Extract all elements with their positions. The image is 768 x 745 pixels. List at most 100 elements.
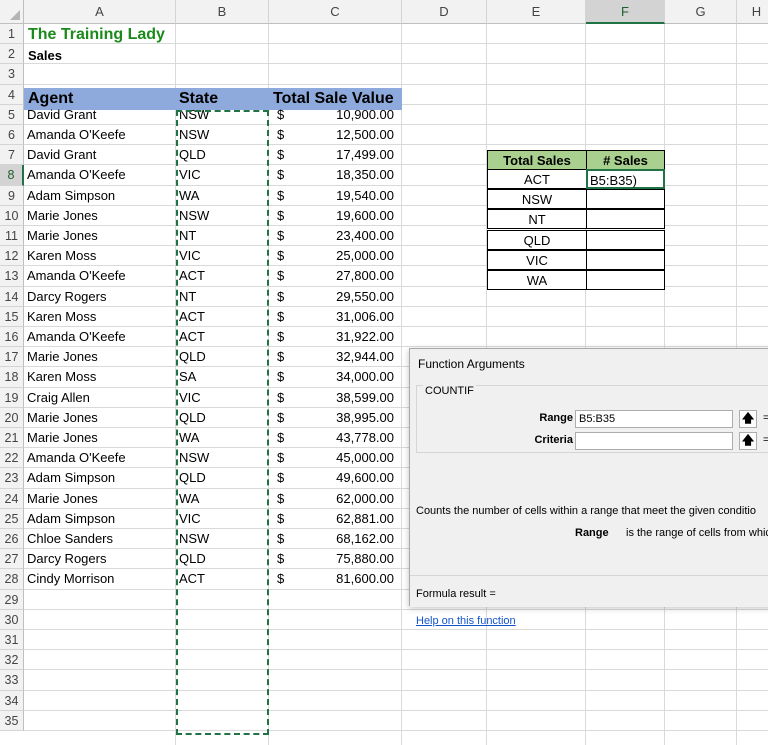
agent-cell[interactable]: Marie Jones [27, 489, 98, 509]
summary-header-total-sales[interactable]: Total Sales [487, 150, 587, 170]
summary-state-cell[interactable]: ACT [487, 169, 587, 189]
summary-count-cell[interactable] [586, 229, 665, 250]
agent-cell[interactable]: Karen Moss [27, 246, 96, 266]
row-header-4[interactable]: 4 [0, 84, 24, 105]
sale-value-cell[interactable]: 75,880.00 [284, 549, 394, 569]
row-header-29[interactable]: 29 [0, 589, 24, 610]
agent-cell[interactable]: David Grant [27, 105, 96, 125]
agent-cell[interactable]: Marie Jones [27, 408, 98, 428]
summary-count-cell[interactable] [586, 270, 665, 290]
row-header-32[interactable]: 32 [0, 650, 24, 671]
row-header-17[interactable]: 17 [0, 347, 24, 368]
column-header-c[interactable]: C [269, 0, 402, 24]
column-header-g[interactable]: G [665, 0, 737, 24]
agent-cell[interactable]: Amanda O'Keefe [27, 266, 126, 286]
row-header-22[interactable]: 22 [0, 448, 24, 469]
row-header-6[interactable]: 6 [0, 125, 24, 146]
summary-header-count[interactable]: # Sales [586, 150, 665, 170]
agent-cell[interactable]: Craig Allen [27, 388, 90, 408]
agent-cell[interactable]: Marie Jones [27, 206, 98, 226]
agent-cell[interactable]: David Grant [27, 145, 96, 165]
sale-value-cell[interactable]: 23,400.00 [284, 226, 394, 246]
sale-value-cell[interactable]: 31,006.00 [284, 307, 394, 327]
column-header-b[interactable]: B [176, 0, 269, 24]
row-header-15[interactable]: 15 [0, 306, 24, 327]
agent-cell[interactable]: Chloe Sanders [27, 529, 113, 549]
column-header-e[interactable]: E [487, 0, 586, 24]
row-header-10[interactable]: 10 [0, 205, 24, 226]
agent-cell[interactable]: Marie Jones [27, 347, 98, 367]
sale-value-cell[interactable]: 31,922.00 [284, 327, 394, 347]
sale-value-cell[interactable]: 45,000.00 [284, 448, 394, 468]
criteria-collapse-button[interactable]: 🡅 [739, 432, 757, 450]
row-header-13[interactable]: 13 [0, 266, 24, 287]
row-header-35[interactable]: 35 [0, 710, 24, 731]
row-header-33[interactable]: 33 [0, 670, 24, 691]
row-header-31[interactable]: 31 [0, 630, 24, 651]
agent-cell[interactable]: Darcy Rogers [27, 287, 106, 307]
sale-value-cell[interactable]: 49,600.00 [284, 468, 394, 488]
help-on-function-link[interactable]: Help on this function [416, 615, 516, 627]
row-header-1[interactable]: 1 [0, 24, 24, 45]
agent-cell[interactable]: Adam Simpson [27, 186, 115, 206]
agent-cell[interactable]: Marie Jones [27, 428, 98, 448]
summary-state-cell[interactable]: VIC [487, 249, 587, 270]
sale-value-cell[interactable]: 38,995.00 [284, 408, 394, 428]
dialog-title[interactable]: Function Arguments [418, 357, 525, 371]
summary-count-cell[interactable] [586, 209, 665, 230]
agent-cell[interactable]: Amanda O'Keefe [27, 327, 126, 347]
sale-value-cell[interactable]: 12,500.00 [284, 125, 394, 145]
sale-value-cell[interactable]: 81,600.00 [284, 569, 394, 589]
row-header-18[interactable]: 18 [0, 367, 24, 388]
sale-value-cell[interactable]: 17,499.00 [284, 145, 394, 165]
summary-state-cell[interactable]: WA [487, 270, 587, 290]
sale-value-cell[interactable]: 25,000.00 [284, 246, 394, 266]
row-header-20[interactable]: 20 [0, 407, 24, 428]
agent-cell[interactable]: Cindy Morrison [27, 569, 114, 589]
row-header-19[interactable]: 19 [0, 387, 24, 408]
agent-cell[interactable]: Adam Simpson [27, 468, 115, 488]
row-header-21[interactable]: 21 [0, 428, 24, 449]
sale-value-cell[interactable]: 43,778.00 [284, 428, 394, 448]
sale-value-cell[interactable]: 10,900.00 [284, 105, 394, 125]
sheet-subtitle[interactable]: Sales [28, 46, 62, 66]
sale-value-cell[interactable]: 62,000.00 [284, 489, 394, 509]
summary-state-cell[interactable]: QLD [487, 229, 587, 250]
sale-value-cell[interactable]: 32,944.00 [284, 347, 394, 367]
row-header-25[interactable]: 25 [0, 508, 24, 529]
summary-state-cell[interactable]: NT [487, 209, 587, 230]
sale-value-cell[interactable]: 19,540.00 [284, 186, 394, 206]
summary-count-cell[interactable] [586, 189, 665, 210]
sale-value-cell[interactable]: 68,162.00 [284, 529, 394, 549]
range-input[interactable]: B5:B35 [575, 410, 733, 428]
row-header-27[interactable]: 27 [0, 549, 24, 570]
row-header-7[interactable]: 7 [0, 145, 24, 166]
agent-cell[interactable]: Amanda O'Keefe [27, 125, 126, 145]
column-header-h[interactable]: H [737, 0, 768, 24]
row-header-14[interactable]: 14 [0, 286, 24, 307]
agent-cell[interactable]: Marie Jones [27, 226, 98, 246]
row-header-5[interactable]: 5 [0, 104, 24, 125]
agent-cell[interactable]: Karen Moss [27, 367, 96, 387]
row-header-3[interactable]: 3 [0, 64, 24, 85]
active-formula-cell[interactable]: B5:B35) [586, 169, 665, 189]
agent-cell[interactable]: Darcy Rogers [27, 549, 106, 569]
range-collapse-button[interactable]: 🡅 [739, 410, 757, 428]
row-header-23[interactable]: 23 [0, 468, 24, 489]
function-arguments-dialog[interactable]: Function Arguments COUNTIF Range B5:B35 … [409, 348, 768, 627]
row-header-8[interactable]: 8 [0, 165, 24, 186]
summary-count-cell[interactable] [586, 249, 665, 270]
agent-cell[interactable]: Amanda O'Keefe [27, 448, 126, 468]
sale-value-cell[interactable]: 19,600.00 [284, 206, 394, 226]
row-header-24[interactable]: 24 [0, 488, 24, 509]
row-header-9[interactable]: 9 [0, 185, 24, 206]
column-header-d[interactable]: D [402, 0, 487, 24]
select-all-corner[interactable] [0, 0, 24, 24]
sale-value-cell[interactable]: 29,550.00 [284, 287, 394, 307]
row-header-11[interactable]: 11 [0, 226, 24, 247]
row-header-2[interactable]: 2 [0, 44, 24, 65]
agent-cell[interactable]: Amanda O'Keefe [27, 165, 126, 185]
column-header-f[interactable]: F [586, 0, 665, 24]
sale-value-cell[interactable]: 62,881.00 [284, 509, 394, 529]
sheet-title[interactable]: The Training Lady [28, 24, 165, 46]
